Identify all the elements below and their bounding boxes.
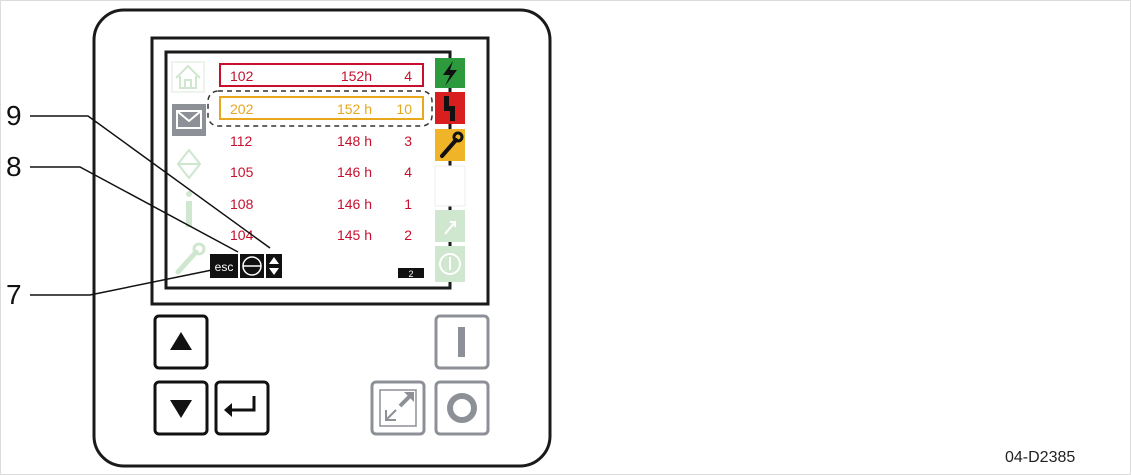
fault-icon[interactable] xyxy=(435,92,465,124)
callout-number-8: 8 xyxy=(6,151,22,182)
power-icon[interactable] xyxy=(435,58,465,88)
row-count: 1 xyxy=(404,196,412,212)
mail-icon[interactable] xyxy=(172,104,206,136)
page-indicator: 2 xyxy=(398,268,424,279)
off-button[interactable] xyxy=(434,380,490,436)
row-hours: 146 h xyxy=(337,164,372,180)
row-hours: 145 h xyxy=(337,227,372,243)
row-code: 105 xyxy=(230,164,254,180)
row-hours: 152h xyxy=(341,68,372,84)
callout-number-9: 9 xyxy=(6,100,22,131)
row-count: 4 xyxy=(404,68,412,84)
page-number: 2 xyxy=(408,269,413,279)
up-button[interactable] xyxy=(153,314,209,370)
callout-number-7: 7 xyxy=(6,279,22,310)
panel-diagram: 102 152h 4 202 152 h 10 112 148 h 3 105 146 h 4 108 1… xyxy=(0,0,1131,475)
row-hours: 148 h xyxy=(337,133,372,149)
row-code: 108 xyxy=(230,196,254,212)
up-down-arrow-icon[interactable] xyxy=(266,254,282,278)
row-code: 102 xyxy=(230,68,254,84)
on-icon xyxy=(458,327,465,357)
row-count: 2 xyxy=(404,227,412,243)
blank-slot xyxy=(434,165,466,207)
down-button[interactable] xyxy=(153,380,209,436)
row-code: 202 xyxy=(230,101,254,117)
wrench-icon[interactable] xyxy=(435,129,465,161)
home-icon[interactable] xyxy=(171,61,205,93)
row-code: 112 xyxy=(230,133,253,149)
remote-icon[interactable] xyxy=(435,210,465,242)
dash-circle-icon[interactable] xyxy=(240,254,264,278)
row-count: 4 xyxy=(404,164,412,180)
row-hours: 152 h xyxy=(337,101,372,117)
row-code: 104 xyxy=(230,227,254,243)
row-count: 3 xyxy=(404,133,412,149)
row-hours: 146 h xyxy=(337,196,372,212)
remote-button[interactable] xyxy=(370,380,426,436)
esc-button[interactable]: esc xyxy=(210,254,238,278)
off-icon[interactable] xyxy=(435,246,465,282)
on-button[interactable] xyxy=(434,314,490,370)
enter-button[interactable] xyxy=(214,380,270,436)
esc-label: esc xyxy=(215,260,234,274)
drawing-code: 04-D2385 xyxy=(1005,449,1076,466)
row-count: 10 xyxy=(396,101,412,117)
